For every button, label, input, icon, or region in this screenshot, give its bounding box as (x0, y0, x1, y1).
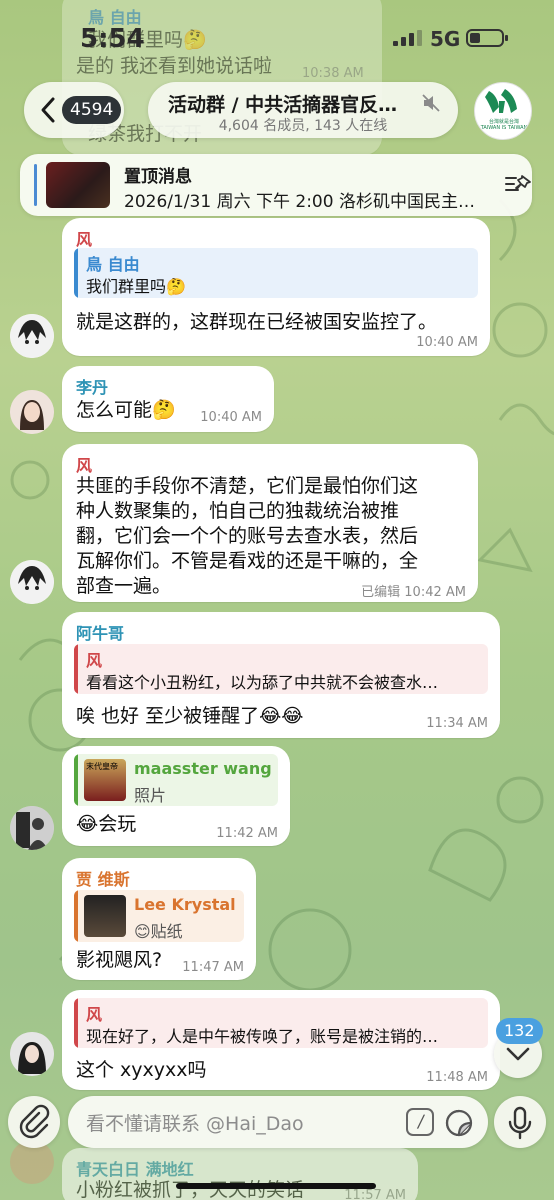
message-text-line: 部查一遍。 (76, 575, 172, 597)
message-sender: 李丹 (76, 378, 109, 397)
muted-speaker-icon (422, 94, 440, 112)
paperclip-icon (19, 1104, 50, 1139)
message-text-line: 翻，它们会一个个的账号去查水表，然后 (76, 525, 419, 547)
home-indicator (176, 1183, 376, 1189)
message-text: 影视飓风? (76, 949, 163, 971)
pinned-text: 2026/1/31 周六 下午 2:00 洛杉矶中国民主… (124, 192, 475, 212)
reply-quote[interactable]: 风 看看这个小丑粉红，以为舔了中共就不会被查水… (74, 644, 488, 694)
message-sender: 贾 维斯 (76, 870, 130, 889)
reply-text: 现在好了，人是中午被传唤了，账号是被注销的… (86, 1027, 439, 1046)
message-time: 11:42 AM (216, 826, 278, 841)
message-bubble[interactable]: 风 现在好了，人是中午被传唤了，账号是被注销的… 这个 xyxyxx吗 11:4… (62, 990, 500, 1090)
sticker-icon[interactable] (444, 1108, 474, 1138)
message-bubble[interactable]: 李丹 怎么可能🤔 10:40 AM (62, 366, 274, 432)
anime-avatar-icon (10, 314, 54, 358)
message-text: 唉 也好 至少被锤醒了😂😂 (76, 705, 304, 727)
message-placeholder: 看不懂请联系 @Hai_Dao (86, 1113, 304, 1135)
voice-record-button[interactable] (494, 1096, 546, 1148)
member-count: 4,604 名成员, 143 人在线 (218, 118, 388, 134)
reply-text: 看看这个小丑粉红，以为舔了中共就不会被查水… (86, 673, 439, 692)
message-time: 已编辑 10:42 AM (361, 585, 466, 600)
partial-message-bottom: 青天白日 满地红 小粉红被抓了，天天的笑话 11:57 AM (62, 1148, 418, 1200)
slash-icon: / (416, 1112, 426, 1132)
avatar[interactable] (10, 390, 54, 434)
message-time: 10:40 AM (416, 335, 478, 350)
message-time: 11:48 AM (426, 1070, 488, 1085)
message-time: 11:34 AM (426, 716, 488, 731)
reply-name: 风 (86, 651, 103, 670)
message-time: 10:40 AM (200, 410, 262, 425)
anime-avatar-icon (10, 560, 54, 604)
reply-text: 😊贴纸 (134, 922, 183, 941)
reply-thumbnail (84, 895, 126, 937)
message-bubble[interactable]: 风 鳥 自由 我们群里吗🤔 就是这群的，这群现在已经被国安监控了。 10:40 … (62, 218, 490, 356)
microphone-icon (508, 1106, 532, 1140)
message-input[interactable]: 看不懂请联系 @Hai_Dao / (68, 1096, 488, 1148)
reply-text: 照片 (134, 786, 167, 805)
message-time: 11:47 AM (182, 960, 244, 975)
pin-list-icon[interactable] (504, 172, 532, 196)
message-bubble[interactable]: 阿牛哥 风 看看这个小丑粉红，以为舔了中共就不会被查水… 唉 也好 至少被锤醒了… (62, 612, 500, 738)
reply-thumbnail: 末代皇帝 (84, 759, 126, 801)
message-sender: 阿牛哥 (76, 624, 125, 643)
message-text: 就是这群的，这群现在已经被国安监控了。 (76, 311, 438, 333)
message-text: 这个 xyxyxx吗 (76, 1059, 207, 1081)
pinned-thumbnail (46, 162, 110, 208)
thumbnail-caption: 末代皇帝 (86, 762, 118, 771)
message-bubble[interactable]: 末代皇帝 maasster wang 照片 😂会玩 11:42 AM (62, 746, 290, 846)
message-bubble[interactable]: 风 共匪的手段你不清楚，它们是最怕你们这 种人数聚集的，怕自己的独裁统治被推 翻… (62, 444, 478, 602)
bot-command-button[interactable]: / (406, 1108, 434, 1136)
pinned-label: 置顶消息 (124, 167, 192, 187)
partial-time: 11:57 AM (344, 1188, 406, 1200)
signal-icon (393, 30, 422, 46)
avatar[interactable] (10, 314, 54, 358)
battery-icon (466, 29, 508, 47)
reply-quote[interactable]: 鳥 自由 我们群里吗🤔 (74, 248, 478, 298)
reply-name: 鳥 自由 (86, 255, 140, 274)
unread-chats-badge: 4594 (62, 96, 122, 124)
girl-avatar-icon (10, 1032, 54, 1076)
clock: 5:54 (80, 24, 145, 54)
reply-quote[interactable]: Lee Krystal 😊贴纸 (74, 890, 244, 942)
message-text: 😂会玩 (76, 813, 137, 835)
reply-name: 风 (86, 1005, 103, 1024)
person-avatar-icon (10, 806, 54, 850)
chevron-down-icon (506, 1047, 530, 1061)
message-text-line: 种人数聚集的，怕自己的独裁统治被推 (76, 500, 400, 522)
status-bar: 5:54 5G (0, 0, 554, 80)
message-text-line: 共匪的手段你不清楚，它们是最怕你们这 (76, 475, 419, 497)
chat-title-button[interactable]: 活动群 / 中共活摘器官反… 4,604 名成员, 143 人在线 (148, 82, 458, 138)
chevron-left-icon (41, 97, 55, 123)
reply-quote[interactable]: 末代皇帝 maasster wang 照片 (74, 754, 278, 806)
group-logo-caption: 台灣就是台灣 TAIWAN IS TAIWAN (480, 119, 528, 131)
avatar[interactable] (10, 806, 54, 850)
reply-text: 我们群里吗🤔 (86, 277, 186, 296)
group-avatar[interactable]: 台灣就是台灣 TAIWAN IS TAIWAN (474, 82, 532, 140)
chat-title: 活动群 / 中共活摘器官反… (168, 94, 398, 116)
network-type: 5G (430, 27, 461, 51)
message-text-line: 瓦解你们。不管是看戏的还是干嘛的，全 (76, 550, 419, 572)
back-button[interactable]: 4594 (24, 82, 124, 138)
pinned-message-bar[interactable]: 置顶消息 2026/1/31 周六 下午 2:00 洛杉矶中国民主… (20, 154, 532, 216)
pinned-indicator (34, 164, 37, 206)
message-text: 怎么可能🤔 (76, 399, 176, 421)
avatar[interactable] (10, 1032, 54, 1076)
avatar[interactable] (10, 560, 54, 604)
reply-name: maasster wang (134, 759, 272, 778)
unread-count-badge: 132 (496, 1018, 543, 1044)
message-sender: 风 (76, 230, 93, 249)
message-bubble[interactable]: 贾 维斯 Lee Krystal 😊贴纸 影视飓风? 11:47 AM (62, 858, 256, 980)
girl-avatar-icon (10, 390, 54, 434)
reply-quote[interactable]: 风 现在好了，人是中午被传唤了，账号是被注销的… (74, 998, 488, 1048)
attach-button[interactable] (8, 1096, 60, 1148)
reply-name: Lee Krystal (134, 895, 236, 914)
